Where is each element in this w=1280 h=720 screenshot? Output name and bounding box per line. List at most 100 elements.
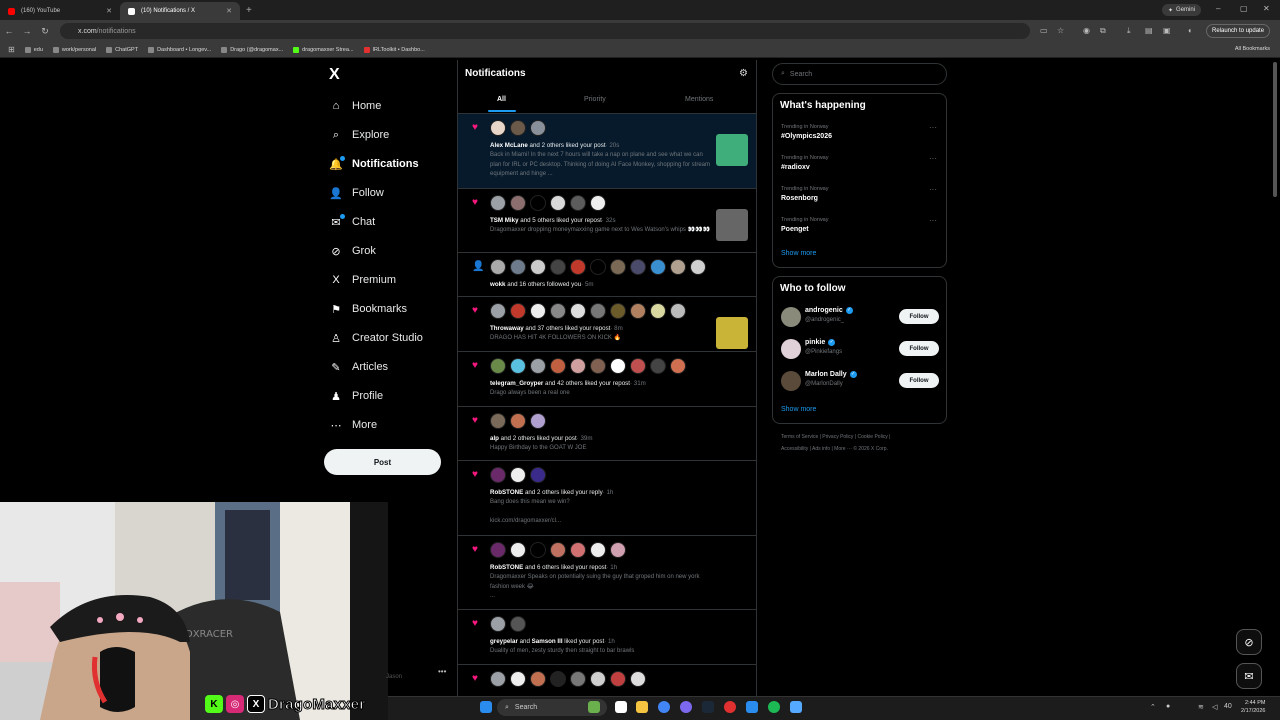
avatar[interactable] (490, 467, 506, 483)
bookmark-drago[interactable]: Drago (@dragomax... (221, 46, 283, 53)
grok-fab-icon[interactable]: ⊘ (1236, 629, 1262, 655)
file-explorer-icon[interactable] (636, 701, 648, 713)
avatar[interactable] (650, 303, 666, 319)
avatar[interactable] (530, 413, 546, 429)
windows-start-icon[interactable] (480, 701, 492, 713)
avatar[interactable] (530, 542, 546, 558)
avatar[interactable] (781, 339, 801, 359)
tab-priority[interactable]: Priority (584, 96, 606, 103)
search-input[interactable]: ⌕ Search (772, 63, 947, 85)
avatar[interactable] (550, 303, 566, 319)
nav-item-notifications[interactable]: 🔔 Notifications (329, 154, 419, 174)
tray-chevron-icon[interactable]: ⌃ (1150, 703, 1156, 711)
bookmark-stream[interactable]: dragomaxxer Strea... (293, 46, 354, 53)
new-tab-button[interactable]: + (240, 5, 258, 16)
more-options-icon[interactable]: ··· (929, 216, 937, 225)
tab-mentions[interactable]: Mentions (685, 96, 713, 103)
account-name[interactable]: androgenic ✓ (805, 307, 853, 314)
avatar[interactable] (530, 358, 546, 374)
actor-name[interactable]: telegram_Groyper (490, 380, 543, 387)
post-thumbnail[interactable] (716, 134, 748, 166)
notification-item[interactable]: 👤 wokk and 16 others followed you· 5m (458, 253, 756, 297)
footer-links[interactable]: Accessibility | Ads info | More ··· © 20… (781, 446, 888, 452)
tab-notifications-x[interactable]: (10) Notifications / X ✕ (120, 2, 240, 20)
star-icon[interactable]: ☆ (1057, 26, 1064, 35)
back-icon[interactable]: ← (0, 26, 18, 36)
actor-name[interactable]: wokk (490, 281, 505, 288)
account-name[interactable]: pinkie ✓ (805, 339, 836, 346)
actor-name[interactable]: Samson III (532, 638, 563, 645)
avatar[interactable] (490, 120, 506, 136)
avatar[interactable] (510, 120, 526, 136)
avatar[interactable] (510, 413, 526, 429)
avatar[interactable] (550, 259, 566, 275)
follow-button[interactable]: Follow (899, 309, 939, 324)
tab-youtube[interactable]: (160) YouTube ✕ (0, 2, 120, 20)
window-close-icon[interactable]: ✕ (1263, 4, 1270, 13)
bookmark-edu[interactable]: edu (24, 46, 43, 53)
avatar[interactable] (630, 259, 646, 275)
trend-name[interactable]: #Olympics2026 (781, 133, 832, 140)
nav-item-follow[interactable]: 👤 Follow (329, 183, 384, 203)
puzzle-icon[interactable]: ⧉ (1100, 26, 1106, 36)
task-view-icon[interactable] (615, 701, 627, 713)
app-icon[interactable] (724, 701, 736, 713)
notification-item[interactable]: ♥ Alex McLane and 2 others liked your pos… (458, 114, 756, 189)
follow-button[interactable]: Follow (899, 373, 939, 388)
avatar[interactable] (510, 303, 526, 319)
nav-item-bookmarks[interactable]: ⚑ Bookmarks (330, 299, 407, 319)
widget-icon[interactable] (588, 701, 600, 713)
volume-icon[interactable]: ◁ (1212, 703, 1217, 711)
relaunch-to-update-button[interactable]: Relaunch to update (1206, 24, 1271, 38)
nav-item-profile[interactable]: ♟ Profile (330, 386, 383, 406)
avatar[interactable] (490, 303, 506, 319)
avatar[interactable] (530, 195, 546, 211)
avatar[interactable] (550, 671, 566, 687)
bookmark-irltoolkit[interactable]: IRLToolkit • Dashbo... (363, 46, 425, 53)
bookmark-chatgpt[interactable]: ChatGPT (106, 46, 138, 53)
avatar[interactable] (630, 671, 646, 687)
wifi-icon[interactable]: ≋ (1198, 703, 1204, 711)
avatar[interactable] (510, 467, 526, 483)
address-bar[interactable]: x.com/notifications (60, 23, 1030, 39)
actor-name[interactable]: TSM Miky (490, 217, 519, 224)
avatar[interactable] (570, 671, 586, 687)
avatar[interactable] (510, 542, 526, 558)
tab-all[interactable]: All (497, 96, 506, 103)
post-thumbnail[interactable] (716, 209, 748, 241)
actor-name[interactable]: RobSTONE (490, 564, 523, 571)
avatar[interactable] (490, 671, 506, 687)
messages-fab-icon[interactable]: ✉ (1236, 663, 1262, 689)
actor-name[interactable]: Throwaway (490, 325, 524, 332)
reload-icon[interactable]: ↻ (36, 26, 54, 37)
avatar[interactable] (570, 303, 586, 319)
close-icon[interactable]: ✕ (106, 7, 112, 15)
app-icon[interactable] (790, 701, 802, 713)
notification-item[interactable]: ♥ alp and 2 others liked your post· 39m Ha… (458, 407, 756, 461)
nav-item-grok[interactable]: ⊘ Grok (330, 241, 375, 261)
nav-item-home[interactable]: ⌂ Home (330, 96, 382, 116)
post-thumbnail[interactable] (716, 317, 748, 349)
footer-links[interactable]: Terms of Service | Privacy Policy | Cook… (781, 434, 890, 440)
extension-icon[interactable]: ◉ (1083, 26, 1090, 35)
avatar[interactable] (510, 671, 526, 687)
x-logo-icon[interactable]: X (329, 66, 340, 84)
post-link[interactable]: kick.com/dragomaxxer/cl... (490, 517, 710, 527)
follow-button[interactable]: Follow (899, 341, 939, 356)
avatar[interactable] (490, 259, 506, 275)
avatar[interactable] (590, 671, 606, 687)
avatar[interactable] (490, 616, 506, 632)
reading-list-icon[interactable]: ▣ (1163, 26, 1171, 35)
nav-item-more[interactable]: ⋯ More (330, 415, 378, 435)
avatar[interactable] (590, 195, 606, 211)
nav-item-premium[interactable]: X Premium (330, 270, 396, 290)
avatar[interactable] (510, 195, 526, 211)
actor-name[interactable]: alp (490, 435, 499, 442)
avatar[interactable] (530, 303, 546, 319)
account-menu-icon[interactable]: ••• (438, 667, 446, 676)
avatar[interactable] (670, 358, 686, 374)
app-icon[interactable] (746, 701, 758, 713)
post-button[interactable]: Post (324, 449, 441, 475)
avatar[interactable] (510, 358, 526, 374)
notification-item[interactable]: ♥ RobSTONE and 2 others liked your reply·… (458, 461, 756, 536)
